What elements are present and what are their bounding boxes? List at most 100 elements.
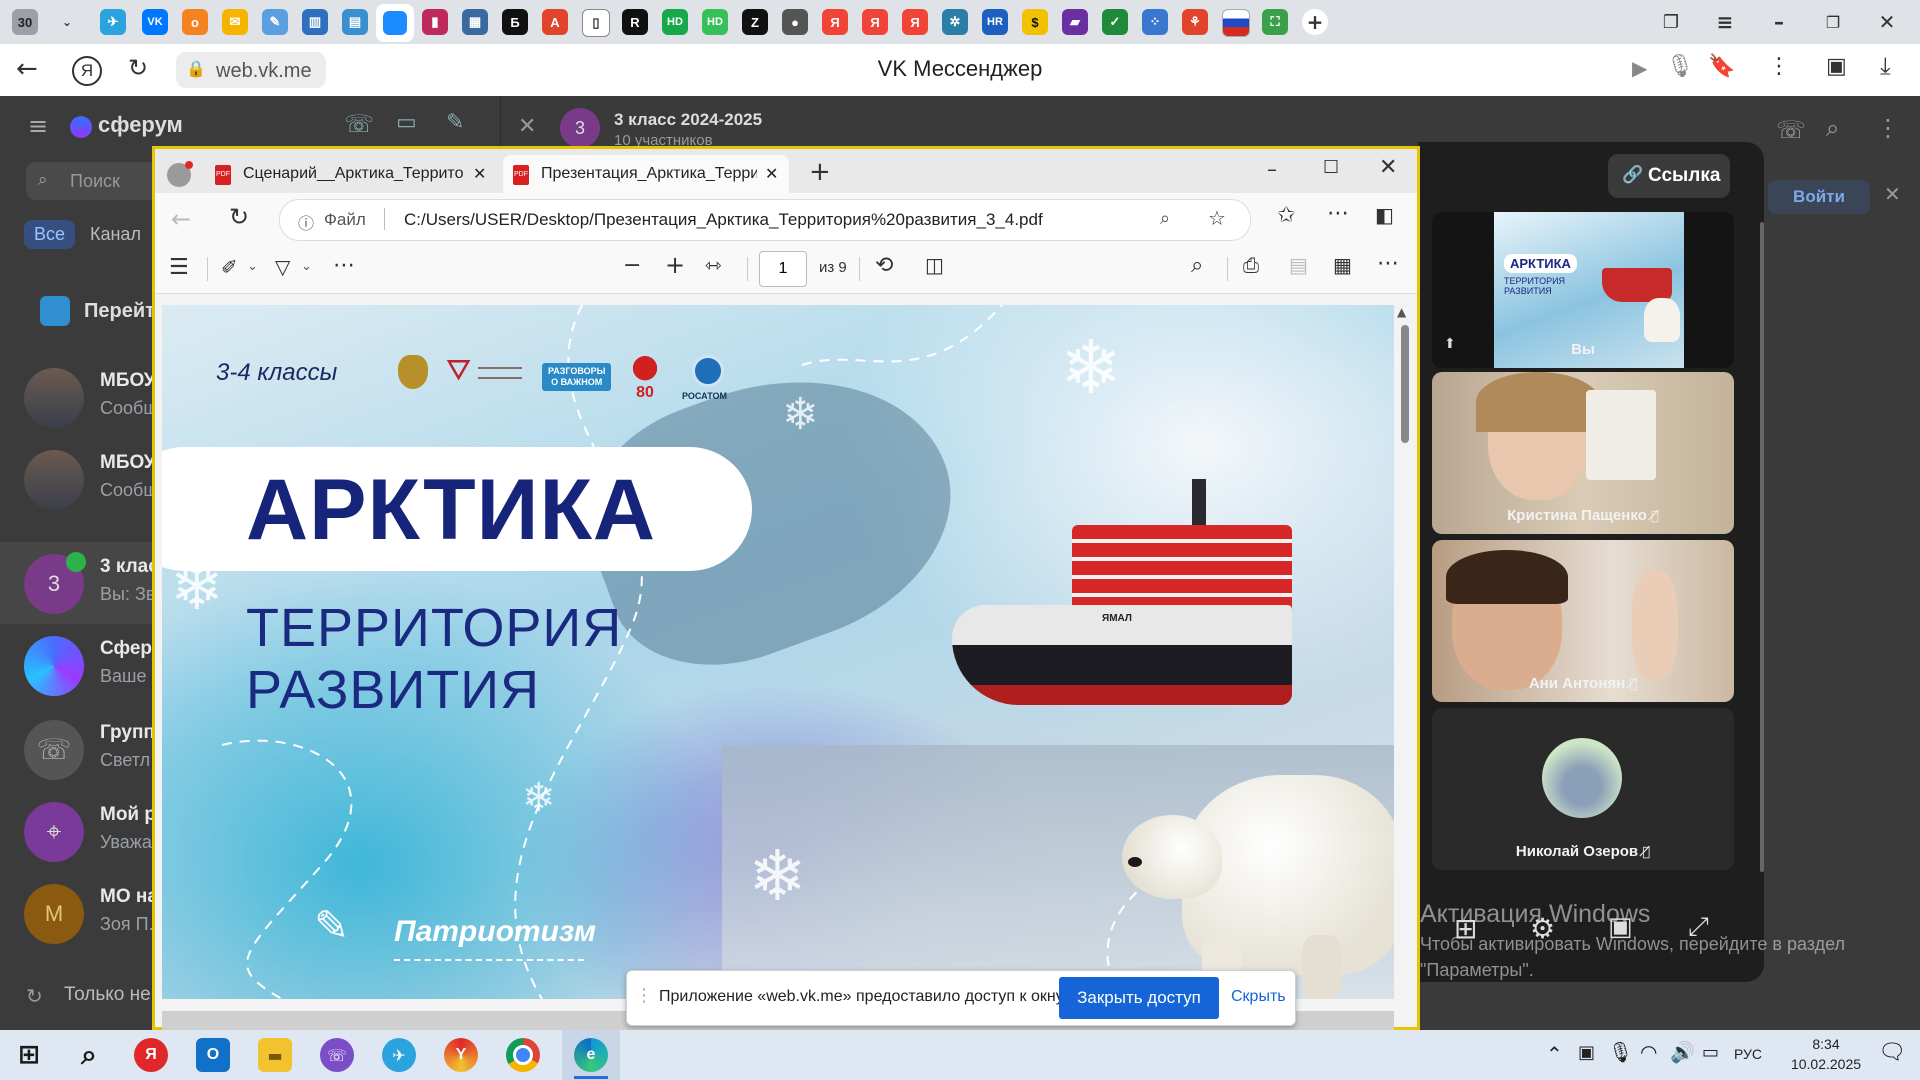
header-search-icon[interactable]: ⌕ [1826,114,1839,142]
tab-dots-icon[interactable]: ⁘ [1142,9,1168,35]
participant-tile[interactable]: Кристина Пащенко 🎙̸ [1432,372,1734,534]
tab-doc-icon[interactable]: ▤ [342,9,368,35]
chat-item[interactable]: Сферу Ваше [24,628,164,698]
zoom-out-icon[interactable]: − [623,253,641,278]
tab-r-icon[interactable]: R [622,9,648,35]
hamburger-menu-icon[interactable]: ≡ [28,112,48,140]
archive-icon[interactable]: ▭ [396,110,417,135]
save-as-icon[interactable]: ▦ [1333,253,1352,277]
taskbar-viber-icon[interactable]: ☏ [320,1038,354,1072]
pdf-tab-presentation[interactable]: PDF Презентация_Арктика_Террито ✕ [503,155,789,193]
tab-check-icon[interactable]: ✓ [1102,9,1128,35]
find-icon[interactable]: ⌕ [1191,253,1203,278]
scroll-up-icon[interactable]: ▲ [1397,305,1406,319]
chat-item[interactable]: ⌖ Мой р Уважа [24,794,164,864]
filter-all-chip[interactable]: Все [24,220,76,249]
draw-chevron-icon[interactable]: ⌄ [301,259,312,274]
tab-close-icon[interactable]: ✕ [473,164,486,183]
tab-stick-icon[interactable]: ⚘ [1182,9,1208,35]
tab-mail-icon[interactable]: ✉ [222,9,248,35]
goto-banner-icon[interactable] [40,296,70,326]
tab-hd2-icon[interactable]: HD [702,9,728,35]
favorite-star-icon[interactable]: ☆ [1208,206,1226,230]
tray-battery-icon[interactable]: ▭ [1702,1042,1719,1063]
tab-telegram-icon[interactable]: ✈ [100,9,126,35]
download-icon[interactable]: ⤓ [1880,52,1891,80]
address-pill[interactable]: 🔒 web.vk.me [176,52,326,88]
highlight-chevron-icon[interactable]: ⌄ [247,259,258,274]
collections-icon[interactable]: ▣ [1826,54,1847,79]
tab-close-icon[interactable]: ✕ [765,164,778,183]
yandex-logo-icon[interactable]: Я [72,56,102,86]
close-chat-icon[interactable]: ✕ [518,114,536,139]
pdf-scrollbar-thumb[interactable] [1401,325,1409,443]
tab-red-icon[interactable]: ▮ [422,9,448,35]
pdf-new-tab-icon[interactable]: + [809,157,831,187]
tab-news-icon[interactable]: ▦ [462,9,488,35]
header-more-icon[interactable]: ⋮ [1876,114,1900,142]
page-view-icon[interactable]: ◫ [925,253,944,277]
tab-b-icon[interactable]: Б [502,9,528,35]
tray-mic-icon[interactable]: 🎙 [1608,1040,1633,1064]
tray-language[interactable]: РУС [1734,1046,1762,1062]
bookmarks-panel-icon[interactable]: ❐ [1658,9,1684,35]
panel-scrollbar[interactable] [1760,222,1764,872]
chat-item[interactable]: МБОУ Сообщ [24,360,164,430]
close-side-icon[interactable]: ✕ [1884,182,1901,206]
zoom-out-magnifier-icon[interactable]: ⌕ [1160,208,1170,229]
tab-active-sferum-icon[interactable] [376,4,414,42]
tab-dollar-icon[interactable]: $ [1022,9,1048,35]
drag-handle-icon[interactable]: ⋮ [635,985,653,1006]
start-windows-icon[interactable]: ⊞ [12,1038,46,1072]
window-minimize-icon[interactable]: – [1766,9,1792,35]
hide-share-bar-link[interactable]: Скрыть [1231,988,1286,1006]
tab-purple-icon[interactable]: ▰ [1062,9,1088,35]
tab-chart-icon[interactable]: ▥ [302,9,328,35]
pdf-more-icon[interactable]: ⋯ [1327,201,1349,226]
pdf-tab-scenario[interactable]: PDF Сценарий__Арктика_Территори ✕ [205,155,495,193]
tab-list-chevron-icon[interactable]: ⌄ [54,9,80,35]
taskbar-explorer-icon[interactable]: ▬ [258,1038,292,1072]
header-phone-icon[interactable]: ☏ [1776,116,1806,144]
rotate-icon[interactable]: ⟲ [875,253,893,278]
taskbar-telegram-icon[interactable]: ✈ [382,1038,416,1072]
login-button[interactable]: Войти [1768,180,1870,214]
tab-ok-icon[interactable]: o [182,9,208,35]
tab-profile-icon[interactable]: ● [782,9,808,35]
tab-flag-icon[interactable] [1222,9,1250,37]
tab-hd-icon[interactable]: HD [662,9,688,35]
save-icon[interactable]: ▤ [1289,253,1308,277]
compose-icon[interactable]: ✎ [446,110,464,135]
page-number-input[interactable]: 1 [759,251,807,287]
tray-volume-icon[interactable]: 🔊 [1670,1040,1695,1064]
taskbar-yandex-icon[interactable]: Я [134,1038,168,1072]
tab-yandex3-icon[interactable]: Я [902,9,928,35]
call-link-button[interactable]: 🔗 Ссылка [1608,154,1730,198]
tab-a-icon[interactable]: A [542,9,568,35]
taskbar-yandex-browser-icon[interactable]: Y [444,1038,478,1072]
stop-sharing-button[interactable]: Закрыть доступ [1059,977,1219,1019]
chat-item[interactable]: М МО на Зоя П. [24,876,164,946]
new-tab-plus-icon[interactable]: + [1302,9,1328,35]
highlight-tool-icon[interactable]: ✐ [221,255,238,279]
more-vertical-icon[interactable]: ⋮ [1768,54,1790,79]
tray-time[interactable]: 8:34 [1796,1036,1856,1052]
fit-width-icon[interactable]: ⇿ [705,253,722,277]
tab-expand-icon[interactable]: ⛶ [1262,9,1288,35]
tab-z-icon[interactable]: Z [742,9,768,35]
window-restore-icon[interactable]: ❐ [1820,9,1846,35]
participant-tile-self[interactable]: АРКТИКА ТЕРРИТОРИЯ РАЗВИТИЯ ⬆ Вы [1432,212,1734,368]
notifications-icon[interactable]: 🗨 [1878,1040,1906,1065]
filter-channels-chip[interactable]: Канал [90,224,141,245]
tab-hr-icon[interactable]: HR [982,9,1008,35]
reload-icon[interactable]: ↻ [128,54,148,82]
taskbar-search-icon[interactable]: ⌕ [72,1038,106,1072]
microphone-icon[interactable]: 🎙 [1666,54,1694,79]
bookmark-icon[interactable]: 🔖 [1708,54,1735,79]
tab-vk-icon[interactable]: VK [142,9,168,35]
pdf-reload-icon[interactable]: ↻ [229,203,249,231]
taskbar-outlook-icon[interactable]: O [196,1038,230,1072]
pdf-minimize-icon[interactable]: – [1267,157,1277,181]
print-icon[interactable]: ⎙ [1243,253,1259,277]
tray-chevron-up-icon[interactable]: ⌃ [1546,1042,1563,1066]
